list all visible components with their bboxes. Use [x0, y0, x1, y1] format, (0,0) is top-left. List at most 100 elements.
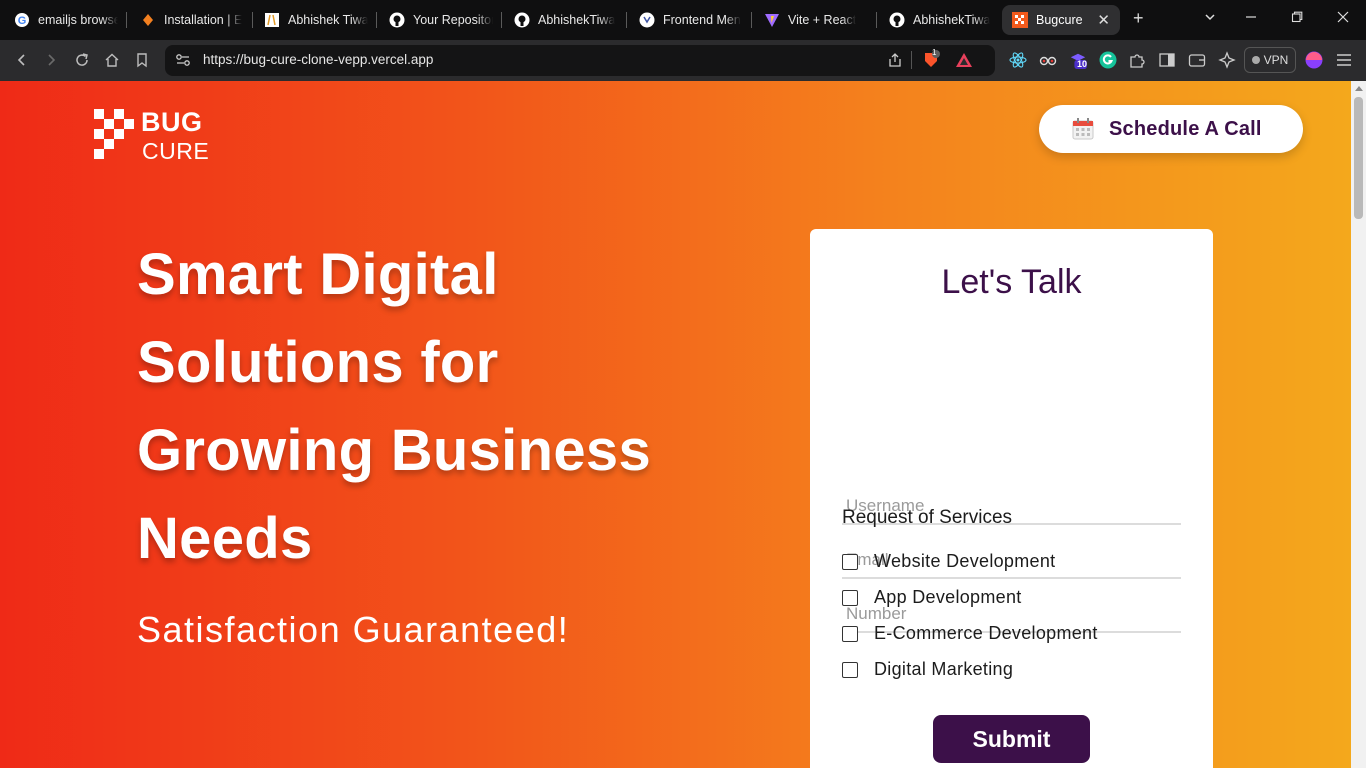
restore-icon[interactable]: [1291, 10, 1303, 26]
tab-title: AbhishekTiwa: [538, 13, 616, 27]
bugcure-icon: [1012, 12, 1028, 28]
checkbox[interactable]: [842, 625, 858, 642]
brave-shields-badge: 1: [932, 48, 937, 57]
logo-text-cure: CURE: [142, 138, 210, 164]
site-settings-icon[interactable]: [175, 53, 191, 72]
leo-ai-icon[interactable]: [1218, 51, 1236, 69]
github-icon: [389, 12, 405, 28]
tab-title: Vite + React: [788, 13, 857, 27]
profile-avatar-icon[interactable]: [1305, 51, 1323, 69]
schedule-call-label: Schedule A Call: [1109, 117, 1262, 140]
vite-icon: [764, 12, 780, 28]
svg-text:G: G: [18, 15, 27, 27]
installation-icon: [140, 12, 156, 28]
service-option-app[interactable]: App Development: [842, 587, 1022, 608]
divider: [911, 51, 912, 69]
tab-title: Abhishek Tiwa: [288, 13, 368, 27]
service-label: Website Development: [874, 551, 1056, 571]
grammarly-icon[interactable]: [1099, 51, 1117, 69]
contact-form-card: Let's Talk Request of Services Website D…: [810, 229, 1213, 768]
hero-title-line: Growing Business: [137, 418, 651, 483]
service-option-ecommerce[interactable]: E-Commerce Development: [842, 623, 1098, 644]
hero-title-line: Needs: [137, 506, 313, 571]
wallet-icon[interactable]: [1188, 51, 1206, 69]
tab-title: Your Repositor: [413, 13, 493, 27]
hero-title-line: Smart Digital: [137, 242, 499, 307]
page-scrollbar[interactable]: [1351, 81, 1366, 768]
vpn-button[interactable]: VPN: [1244, 47, 1296, 73]
tab-github-profile[interactable]: AbhishekTiwa: [514, 5, 618, 35]
scrollbar-thumb[interactable]: [1354, 97, 1363, 219]
url-field[interactable]: https://bug-cure-clone-vepp.vercel.app 1: [165, 45, 995, 76]
schedule-call-button[interactable]: Schedule A Call: [1039, 105, 1303, 153]
hero-title: Smart Digital Solutions for Growing Busi…: [137, 231, 737, 583]
tab-separator: [751, 12, 752, 28]
tab-vite-react[interactable]: Vite + React: [764, 5, 868, 35]
tab-github-profile-2[interactable]: AbhishekTiwa: [889, 5, 993, 35]
tab-frontend-mentor[interactable]: Frontend Men: [639, 5, 743, 35]
tab-separator: [126, 12, 127, 28]
tab-separator: [376, 12, 377, 28]
service-label: E-Commerce Development: [874, 623, 1098, 643]
tab-emailjs[interactable]: G emailjs browse: [14, 5, 118, 35]
checkbox[interactable]: [842, 589, 858, 606]
brave-rewards-icon[interactable]: [955, 51, 973, 74]
tab-separator: [626, 12, 627, 28]
tab-separator: [252, 12, 253, 28]
tab-separator: [501, 12, 502, 28]
tab-title: Installation | E: [164, 13, 243, 27]
close-tab-icon[interactable]: ✕: [1097, 11, 1110, 29]
scroll-up-icon[interactable]: [1355, 86, 1363, 91]
hero-title-line: Solutions for: [137, 330, 499, 395]
react-devtools-icon[interactable]: [1009, 51, 1027, 69]
service-label: Digital Marketing: [874, 659, 1014, 679]
extensions-puzzle-icon[interactable]: [1128, 51, 1146, 69]
extension-badge: 10: [1077, 59, 1088, 69]
tab-separator: [876, 12, 877, 28]
tab-title: AbhishekTiwa: [913, 13, 991, 27]
service-label: App Development: [874, 587, 1022, 607]
checkbox[interactable]: [842, 553, 858, 570]
tab-bugcure[interactable]: Bugcure ✕: [1002, 5, 1120, 35]
extension-glasses-icon[interactable]: [1039, 51, 1057, 69]
forward-icon[interactable]: [41, 50, 61, 70]
vpn-status-icon: [1251, 56, 1260, 64]
notion-icon: [264, 12, 280, 28]
tab-title: Bugcure: [1036, 13, 1083, 27]
back-icon[interactable]: [12, 50, 32, 70]
new-tab-icon[interactable]: +: [1133, 8, 1144, 29]
service-option-marketing[interactable]: Digital Marketing: [842, 659, 1013, 680]
checkbox[interactable]: [842, 661, 858, 678]
services-heading: Request of Services: [842, 507, 1013, 528]
frontend-mentor-icon: [639, 12, 655, 28]
tab-repositories[interactable]: Your Repositor: [389, 5, 493, 35]
sidebar-icon[interactable]: [1158, 51, 1176, 69]
url-text: https://bug-cure-clone-vepp.vercel.app: [203, 52, 434, 67]
tab-notion[interactable]: Abhishek Tiwa: [264, 5, 368, 35]
github-icon: [514, 12, 530, 28]
vpn-label: VPN: [1263, 53, 1289, 67]
home-icon[interactable]: [102, 50, 122, 70]
service-option-website[interactable]: Website Development: [842, 551, 1055, 572]
submit-button[interactable]: Submit: [933, 715, 1090, 763]
google-icon: G: [14, 12, 30, 28]
brave-shields-icon[interactable]: 1: [921, 48, 941, 75]
share-icon[interactable]: [887, 52, 903, 73]
tab-title: Frontend Men: [663, 13, 741, 27]
minimize-icon[interactable]: [1245, 10, 1257, 26]
extension-cap-icon[interactable]: 10: [1069, 51, 1087, 69]
tab-installation[interactable]: Installation | E: [140, 5, 244, 35]
logo-mark-icon: [94, 109, 134, 159]
bugcure-logo[interactable]: BUG CURE: [94, 107, 214, 164]
form-title: Let's Talk: [941, 263, 1082, 301]
landing-page: BUG CURE Schedule A Call Smart Digital S…: [0, 81, 1351, 768]
close-window-icon[interactable]: [1337, 10, 1349, 26]
hero-subtitle: Satisfaction Guaranteed!: [137, 609, 570, 650]
bookmark-icon[interactable]: [132, 50, 152, 70]
calendar-icon: [1072, 118, 1094, 140]
address-bar: https://bug-cure-clone-vepp.vercel.app 1…: [0, 40, 1366, 81]
chevron-down-icon[interactable]: [1204, 10, 1216, 26]
reload-icon[interactable]: [72, 50, 92, 70]
github-icon: [889, 12, 905, 28]
menu-icon[interactable]: [1335, 51, 1353, 69]
